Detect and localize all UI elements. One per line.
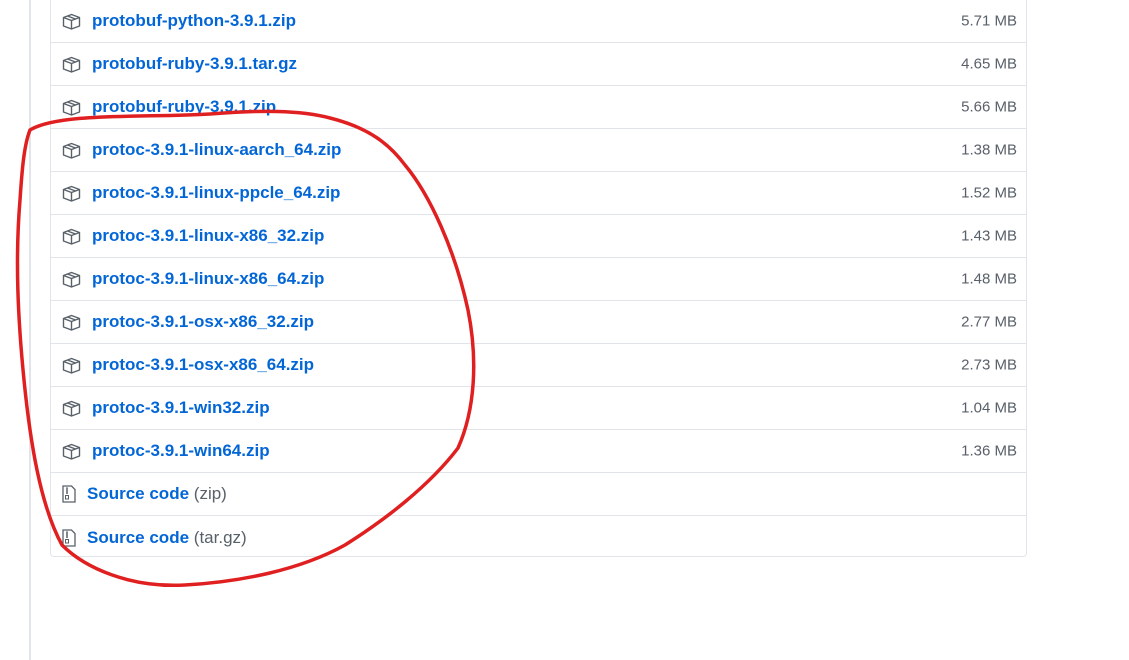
- asset-link[interactable]: protoc-3.9.1-osx-x86_32.zip: [92, 312, 314, 332]
- asset-row: protobuf-ruby-3.9.1.zip 5.66 MB: [51, 86, 1026, 129]
- source-code-row: Source code (zip): [51, 473, 1026, 516]
- package-icon: [61, 356, 81, 374]
- release-assets-list: protobuf-python-3.9.1.zip 5.71 MB protob…: [50, 0, 1027, 557]
- source-code-row: Source code (tar.gz): [51, 516, 1026, 559]
- package-icon: [61, 442, 81, 460]
- asset-link[interactable]: protobuf-python-3.9.1.zip: [92, 11, 296, 31]
- source-code-ext: (tar.gz): [193, 527, 247, 547]
- asset-size: 2.77 MB: [961, 313, 1017, 331]
- asset-row: protoc-3.9.1-osx-x86_32.zip 2.77 MB: [51, 301, 1026, 344]
- asset-link[interactable]: protoc-3.9.1-linux-x86_32.zip: [92, 226, 324, 246]
- package-icon: [61, 313, 81, 331]
- asset-row: protoc-3.9.1-win32.zip 1.04 MB: [51, 387, 1026, 430]
- asset-size: 1.52 MB: [961, 184, 1017, 202]
- asset-row: protoc-3.9.1-linux-x86_32.zip 1.43 MB: [51, 215, 1026, 258]
- package-icon: [61, 227, 81, 245]
- package-icon: [61, 184, 81, 202]
- asset-size: 1.04 MB: [961, 399, 1017, 417]
- source-code-targz-link[interactable]: Source code (tar.gz): [87, 528, 247, 548]
- package-icon: [61, 399, 81, 417]
- asset-row: protoc-3.9.1-osx-x86_64.zip 2.73 MB: [51, 344, 1026, 387]
- source-code-zip-link[interactable]: Source code (zip): [87, 484, 227, 504]
- asset-link[interactable]: protobuf-ruby-3.9.1.tar.gz: [92, 54, 297, 74]
- asset-size: 1.36 MB: [961, 442, 1017, 460]
- asset-size: 1.48 MB: [961, 270, 1017, 288]
- source-code-label: Source code: [87, 527, 190, 547]
- file-zip-icon: [59, 528, 79, 547]
- asset-link[interactable]: protoc-3.9.1-linux-ppcle_64.zip: [92, 183, 340, 203]
- asset-link[interactable]: protoc-3.9.1-linux-x86_64.zip: [92, 269, 324, 289]
- asset-size: 1.38 MB: [961, 141, 1017, 159]
- asset-link[interactable]: protoc-3.9.1-osx-x86_64.zip: [92, 355, 314, 375]
- asset-link[interactable]: protoc-3.9.1-linux-aarch_64.zip: [92, 140, 341, 160]
- package-icon: [61, 55, 81, 73]
- source-code-label: Source code: [87, 484, 190, 503]
- asset-row: protoc-3.9.1-linux-x86_64.zip 1.48 MB: [51, 258, 1026, 301]
- asset-size: 1.43 MB: [961, 227, 1017, 245]
- asset-size: 5.66 MB: [961, 98, 1017, 116]
- asset-link[interactable]: protoc-3.9.1-win64.zip: [92, 441, 270, 461]
- source-code-ext: (zip): [193, 484, 227, 503]
- asset-size: 2.73 MB: [961, 356, 1017, 374]
- package-icon: [61, 12, 81, 30]
- timeline-rule: [29, 0, 31, 660]
- file-zip-icon: [59, 485, 79, 503]
- asset-link[interactable]: protobuf-ruby-3.9.1.zip: [92, 97, 276, 117]
- asset-row: protobuf-python-3.9.1.zip 5.71 MB: [51, 0, 1026, 43]
- package-icon: [61, 98, 81, 116]
- asset-size: 5.71 MB: [961, 12, 1017, 30]
- asset-size: 4.65 MB: [961, 55, 1017, 73]
- asset-row: protobuf-ruby-3.9.1.tar.gz 4.65 MB: [51, 43, 1026, 86]
- asset-row: protoc-3.9.1-win64.zip 1.36 MB: [51, 430, 1026, 473]
- asset-link[interactable]: protoc-3.9.1-win32.zip: [92, 398, 270, 418]
- asset-row: protoc-3.9.1-linux-ppcle_64.zip 1.52 MB: [51, 172, 1026, 215]
- package-icon: [61, 270, 81, 288]
- asset-row: protoc-3.9.1-linux-aarch_64.zip 1.38 MB: [51, 129, 1026, 172]
- package-icon: [61, 141, 81, 159]
